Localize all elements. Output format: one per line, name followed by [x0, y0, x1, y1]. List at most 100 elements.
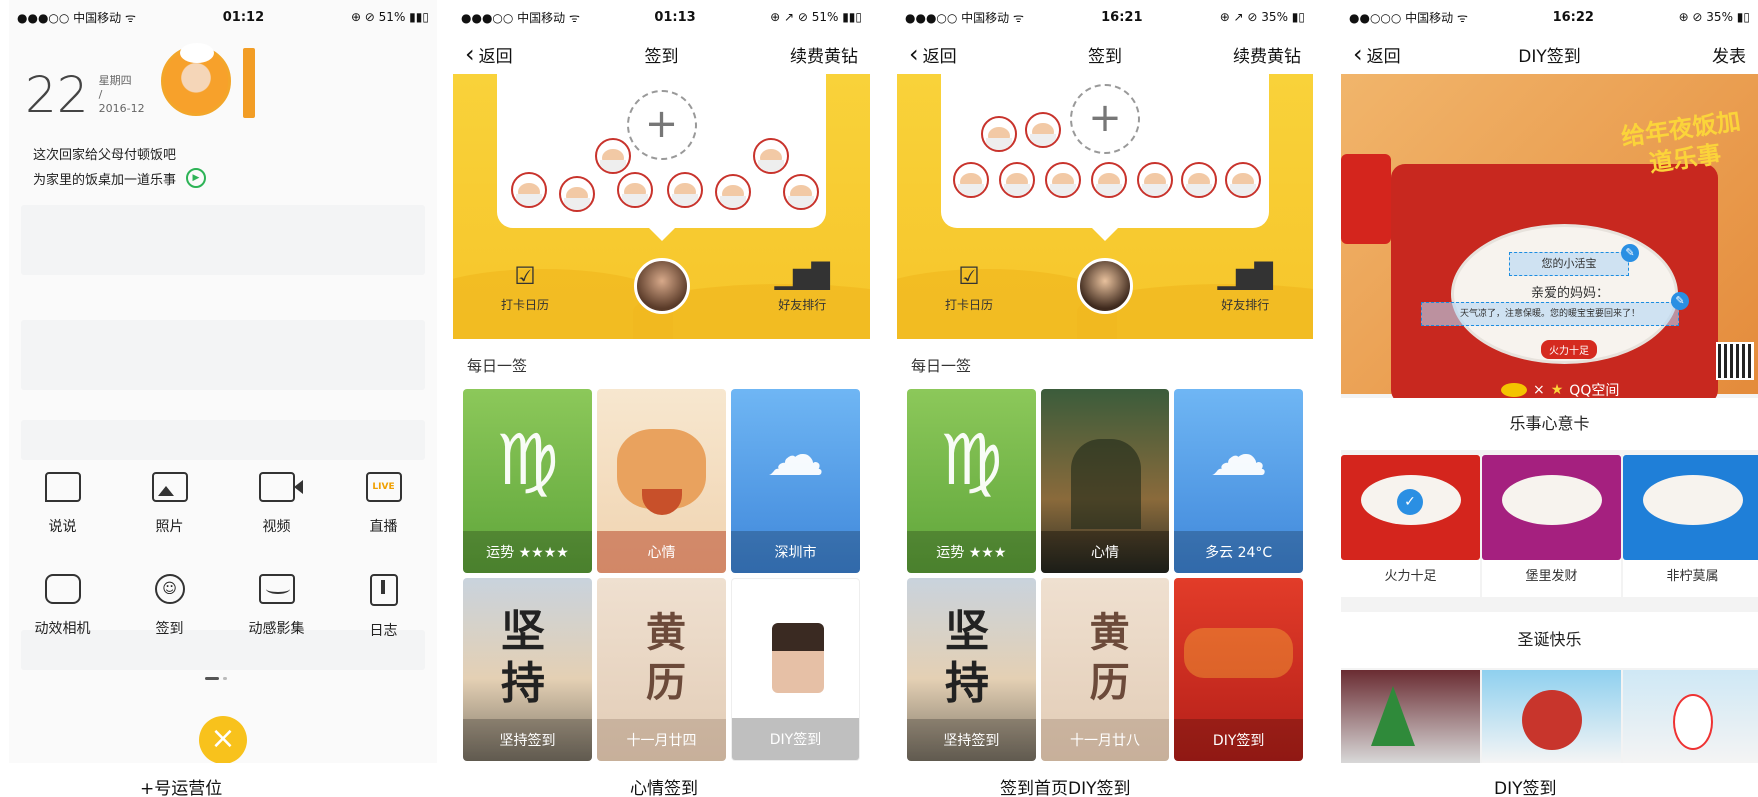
santa-sticker-icon[interactable] — [1225, 162, 1261, 198]
almanac-calligraphy: 黄历 — [1089, 608, 1130, 706]
santa-sticker-icon[interactable] — [511, 172, 547, 208]
santa-sticker-icon[interactable] — [783, 174, 819, 210]
tile-diy[interactable]: DIY签到 — [1174, 577, 1303, 761]
add-sticker-button[interactable]: + — [1070, 84, 1140, 154]
santa-sticker-icon[interactable] — [1091, 162, 1127, 198]
tile-persist[interactable]: 坚持 坚持签到 — [463, 577, 592, 761]
santa-sticker-icon[interactable] — [559, 176, 595, 212]
menu-item-photo[interactable]: 照片 — [124, 472, 216, 536]
tile-label: DIY签到 — [732, 718, 859, 760]
caption-screen-2: 心情签到 — [630, 779, 698, 797]
card-option-huoli[interactable]: ✓ 火力十足 — [1341, 455, 1480, 597]
album-icon — [258, 574, 295, 604]
greeting-salutation: 亲爱的妈妈： — [1531, 286, 1610, 301]
card-name: 火力十足 — [1384, 569, 1437, 584]
tile-weather[interactable]: ☁ 多云 24°C — [1174, 389, 1303, 573]
tile-almanac[interactable]: 黄历 十一月廿八 — [1040, 577, 1170, 761]
santa-sticker-icon[interactable] — [595, 138, 631, 174]
bar-chart-icon: ▁▆█ — [774, 262, 830, 290]
tile-mood[interactable]: 心情 — [1040, 389, 1170, 573]
reindeer-icon — [1522, 690, 1582, 750]
tile-fortune[interactable]: ♍ 运势 ★★★ — [907, 389, 1036, 573]
live-icon: LIVE — [365, 472, 402, 502]
christmas-card-tree[interactable] — [1341, 670, 1480, 763]
santa-sticker-icon[interactable] — [999, 162, 1035, 198]
tile-almanac[interactable]: 黄历 十一月廿四 — [597, 577, 726, 761]
tile-weather[interactable]: ☁ 深圳市 — [731, 389, 860, 573]
close-button[interactable]: × — [199, 716, 247, 763]
renew-button[interactable]: 续费黄钻 — [790, 42, 858, 67]
card-option-baoli[interactable]: 堡里发财 — [1482, 455, 1621, 597]
image-icon — [151, 472, 188, 502]
virgo-icon: ♍ — [496, 419, 559, 501]
calendar-button[interactable]: ☑ 打卡日历 — [501, 262, 549, 313]
card-option-feining[interactable]: 非柠莫属 — [1623, 455, 1758, 597]
santa-sticker-icon[interactable] — [981, 116, 1017, 152]
rank-button[interactable]: ▁▆█ 好友排行 — [1218, 262, 1273, 313]
avatar[interactable] — [633, 258, 690, 314]
greeting-message-field[interactable]: 天气凉了，注意保暖。您的暖宝宝要回来了！ — [1421, 302, 1679, 326]
menu-item-video[interactable]: 视频 — [231, 472, 323, 536]
tile-fortune[interactable]: ♍ 运势 ★★★★ — [463, 389, 592, 573]
santa-sticker-icon[interactable] — [1025, 112, 1061, 148]
menu-item-camera[interactable]: 动效相机 — [17, 574, 109, 640]
greeting-name-field[interactable]: 您的小活宝 — [1509, 252, 1629, 276]
card-name: 非柠莫属 — [1666, 569, 1719, 584]
santa-sticker-icon[interactable] — [953, 162, 989, 198]
status-time: 01:13 — [654, 9, 696, 25]
back-button[interactable]: ‹ 返回 — [1353, 42, 1401, 67]
rank-button[interactable]: ▁▆█ 好友排行 — [775, 262, 830, 313]
screen-mood-checkin: ●●●○○ 中国移动 ᯤ 01:13 ⊕ ↗ ⊘ 51% ▮▮▯ ‹ 返回 签到 … — [453, 0, 870, 763]
menu-item-label: 签到 — [155, 621, 184, 637]
santa-sticker-icon[interactable] — [667, 172, 703, 208]
menu-item-album[interactable]: 动感影集 — [231, 574, 323, 640]
page-title: DIY签到 — [1518, 46, 1581, 67]
portrait-photo — [772, 622, 824, 693]
date-week: 星期四 — [98, 74, 132, 87]
santa-sticker-icon[interactable] — [617, 172, 653, 208]
caption-screen-4: DIY签到 — [1494, 779, 1557, 797]
menu-item-live[interactable]: LIVE 直播 — [338, 472, 430, 536]
carrier-text: ●●●○○ 中国移动 ᯤ — [461, 10, 580, 25]
christmas-card-snowman[interactable] — [1623, 670, 1758, 763]
tile-label: DIY签到 — [1174, 719, 1303, 761]
publish-button[interactable]: 发表 — [1712, 42, 1746, 67]
plus-menu-row-2: 动效相机 ☺ 签到 动感影集 日志 — [9, 574, 437, 640]
santa-sticker-icon[interactable] — [1045, 162, 1081, 198]
renew-button[interactable]: 续费黄钻 — [1233, 42, 1301, 67]
card-thumbnail — [1623, 455, 1758, 560]
santa-sticker-icon[interactable] — [1137, 162, 1173, 198]
chips-bag-illustration — [1341, 154, 1391, 244]
cloud-icon: ☁ — [766, 421, 825, 489]
christmas-card-reindeer[interactable] — [1482, 670, 1621, 763]
tile-diy[interactable]: DIY签到 — [731, 577, 860, 761]
status-bar: ●●●○○ 中国移动 ᯤ 01:12 ⊕ ⊘ 51% ▮▮▯ — [9, 0, 437, 34]
santa-sticker-icon[interactable] — [715, 174, 751, 210]
santa-sticker-icon[interactable] — [753, 138, 789, 174]
calendar-button[interactable]: ☑ 打卡日历 — [945, 262, 993, 313]
back-label: 返回 — [478, 46, 513, 67]
menu-item-shuoshuo[interactable]: 说说 — [17, 472, 109, 536]
banner-chef-illustration[interactable] — [161, 43, 231, 116]
menu-item-diary[interactable]: 日志 — [338, 574, 430, 640]
status-right: ⊕ ↗ ⊘ 35% ▮▯ — [1219, 10, 1305, 24]
add-sticker-button[interactable]: + — [626, 90, 697, 160]
menu-item-checkin[interactable]: ☺ 签到 — [124, 574, 216, 640]
tree-icon — [1371, 686, 1415, 746]
edit-pencil-icon[interactable]: ✎ — [1671, 292, 1689, 310]
plus-menu-row-1: 说说 照片 视频 LIVE 直播 — [9, 472, 437, 536]
checkin-tile-grid: ♍ 运势 ★★★ 心情 ☁ 多云 24°C 坚持 坚持签到 黄历 十一月廿八 DIY签到 — [907, 389, 1303, 761]
section-title: 乐事心意卡 — [1509, 414, 1590, 433]
selected-check-icon: ✓ — [1397, 489, 1423, 515]
back-button[interactable]: ‹ 返回 — [465, 42, 513, 67]
edit-pencil-icon[interactable]: ✎ — [1621, 244, 1639, 262]
avatar[interactable] — [1077, 258, 1133, 314]
santa-sticker-icon[interactable] — [1181, 162, 1217, 198]
play-icon[interactable]: ▶ — [186, 168, 207, 188]
tile-persist[interactable]: 坚持 坚持签到 — [907, 577, 1036, 761]
status-time: 16:21 — [1101, 9, 1143, 25]
tile-mood[interactable]: 心情 — [597, 389, 726, 573]
back-button[interactable]: ‹ 返回 — [909, 42, 957, 67]
fish-plate-thumb — [1502, 475, 1602, 525]
diy-calligraphy — [1184, 627, 1293, 678]
